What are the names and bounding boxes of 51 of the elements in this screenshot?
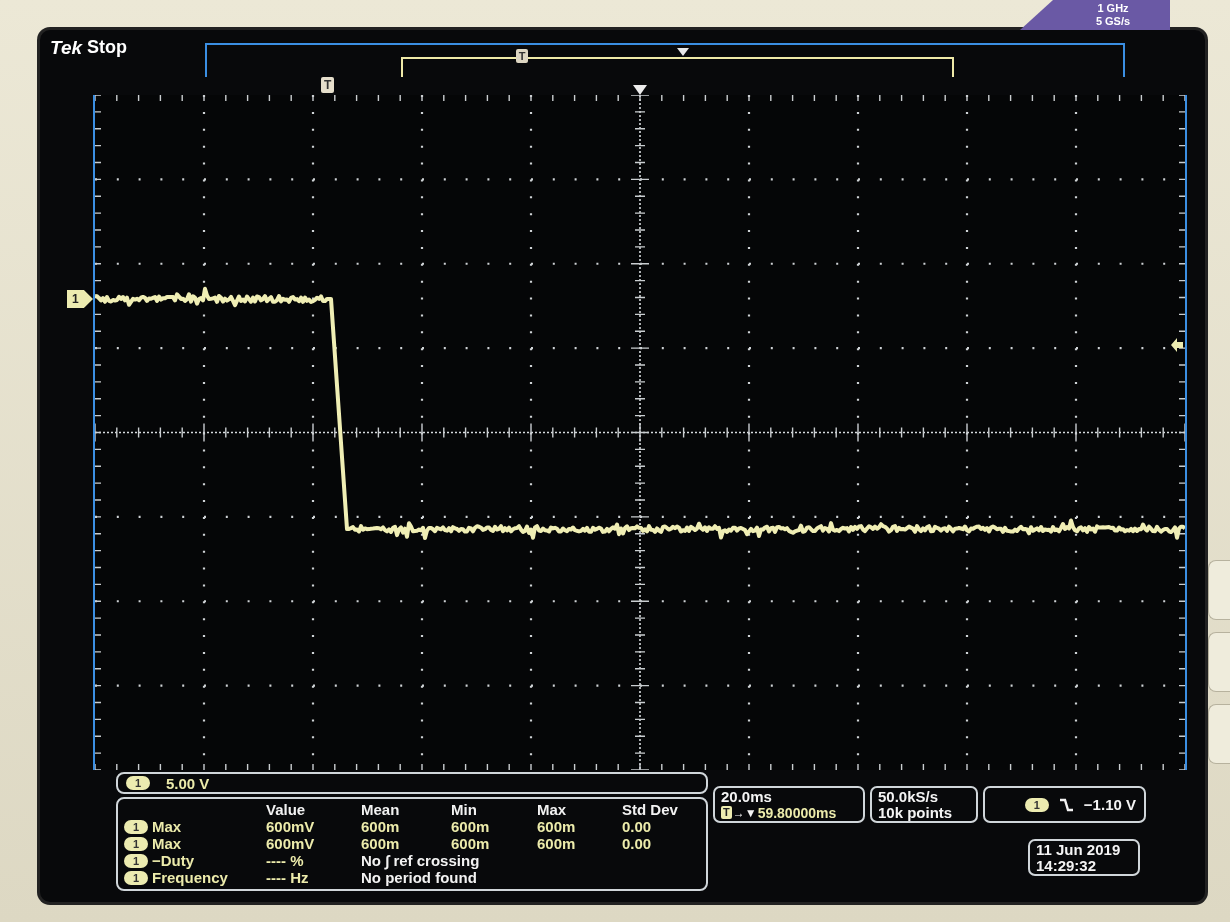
trigger-marker: T bbox=[515, 49, 529, 63]
trigger-marker: T bbox=[721, 806, 732, 819]
measurement-name: Max bbox=[152, 818, 183, 835]
acquisition-status: Stop bbox=[87, 37, 128, 58]
bezel-button[interactable] bbox=[1208, 704, 1230, 764]
trigger-position-marker: T bbox=[321, 77, 335, 93]
table-cell-text: 600m bbox=[451, 835, 491, 852]
table-cell-text: 0.00 bbox=[622, 835, 653, 852]
channel-badge: 1 bbox=[124, 853, 148, 868]
table-cell-text: 600m bbox=[361, 818, 401, 835]
delay-value: 59.80000ms bbox=[757, 804, 837, 821]
date-label: 11 Jun 2019 bbox=[1036, 841, 1122, 858]
vertical-scale: 5.00 V bbox=[166, 774, 210, 792]
horizontal-scale: 20.0ms bbox=[721, 788, 773, 805]
channel-badge: 1 bbox=[124, 819, 148, 834]
table-cell-text: 600mV bbox=[266, 818, 316, 835]
center-marker-icon bbox=[676, 48, 689, 56]
bezel-button[interactable] bbox=[1208, 560, 1230, 620]
table-cell-text: ---- % bbox=[266, 852, 305, 869]
trigger-level-icon bbox=[1171, 338, 1183, 352]
bandwidth-label: 1 GHz bbox=[1097, 2, 1129, 15]
measurement-name: Max bbox=[152, 835, 183, 852]
sample-rate-label: 5 GS/s bbox=[1095, 15, 1131, 28]
channel-badge: 1 bbox=[1024, 797, 1049, 812]
column-header: Max bbox=[537, 801, 568, 818]
column-header: Mean bbox=[361, 801, 401, 818]
brand-label: Tek bbox=[50, 37, 83, 59]
channel-badge: 1 bbox=[124, 836, 148, 851]
table-cell-text: 600m bbox=[537, 835, 577, 852]
trigger-level: −1.10 V bbox=[1083, 796, 1136, 813]
column-header: Std Dev bbox=[622, 801, 679, 818]
table-cell-text: 600mV bbox=[266, 835, 316, 852]
status-message: No period found bbox=[361, 869, 478, 886]
channel-badge: 1 bbox=[126, 776, 150, 790]
table-cell-text: 600m bbox=[361, 835, 401, 852]
sample-rate: 50.0kS/s bbox=[878, 788, 940, 805]
channel-marker: 1 bbox=[67, 290, 93, 308]
bezel-button[interactable] bbox=[1208, 632, 1230, 692]
delay-symbols: →▼ bbox=[732, 804, 757, 821]
time-label: 14:29:32 bbox=[1036, 857, 1098, 874]
table-cell-text: ---- Hz bbox=[266, 869, 310, 886]
measurement-name: −Duty bbox=[152, 852, 196, 869]
column-header: Value bbox=[266, 801, 307, 818]
measurement-name: Frequency bbox=[152, 869, 229, 886]
table-cell-text: 600m bbox=[451, 818, 491, 835]
record-length: 10k points bbox=[878, 804, 954, 821]
column-header: Min bbox=[451, 801, 478, 818]
table-cell-text: 600m bbox=[537, 818, 577, 835]
status-message: No ∫ ref crossing bbox=[361, 852, 481, 869]
channel-badge: 1 bbox=[124, 870, 148, 885]
table-cell-text: 0.00 bbox=[622, 818, 653, 835]
